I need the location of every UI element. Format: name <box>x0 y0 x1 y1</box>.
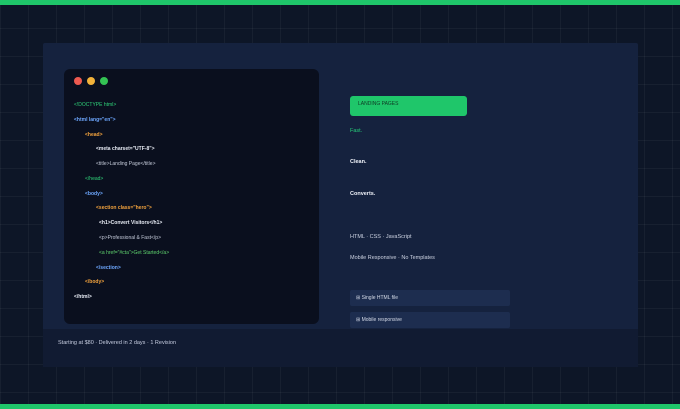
minimize-dot-icon <box>87 77 95 85</box>
maximize-dot-icon <box>100 77 108 85</box>
code-line: <body> <box>85 191 103 197</box>
top-accent-bar <box>0 0 680 5</box>
code-line: <section class="hero"> <box>96 205 152 211</box>
code-editor-window: <!DOCTYPE html> <html lang="en"> <head> … <box>64 69 319 324</box>
gig-card: <!DOCTYPE html> <html lang="en"> <head> … <box>43 43 638 367</box>
code-line: <h1>Convert Visitors</h1> <box>99 220 163 226</box>
pricing-text: Starting at $80 · Delivered in 2 days · … <box>58 340 177 346</box>
code-line: <!DOCTYPE html> <box>74 102 117 108</box>
feature-mobile-responsive: ⊞ Mobile responsive <box>350 312 510 328</box>
code-line: </body> <box>85 279 105 285</box>
code-line: <head> <box>85 132 103 138</box>
code-line: <a href="#cta">Get Started</a> <box>99 250 170 256</box>
code-line: </head> <box>85 176 104 182</box>
landing-pages-badge: LANDING PAGES <box>350 96 467 116</box>
headline-converts: Converts. <box>350 191 376 197</box>
code-line: </section> <box>96 265 121 271</box>
pricing-footer <box>43 329 638 367</box>
headline-fast: Fast. <box>350 128 363 134</box>
close-dot-icon <box>74 77 82 85</box>
code-line: <html lang="en"> <box>74 117 116 123</box>
headline-clean: Clean. <box>350 159 367 165</box>
code-line: <p>Professional & Fast</p> <box>99 235 161 241</box>
tech-stack-line: HTML · CSS · JavaScript <box>350 234 412 240</box>
code-line: <meta charset="UTF-8"> <box>96 146 155 152</box>
responsive-notes-line: Mobile Responsive · No Templates <box>350 255 435 261</box>
code-line: <title>Landing Page</title> <box>96 161 156 167</box>
bottom-accent-bar <box>0 404 680 409</box>
feature-single-html-file: ⊞ Single HTML file <box>350 290 510 306</box>
code-line: </html> <box>74 294 92 300</box>
